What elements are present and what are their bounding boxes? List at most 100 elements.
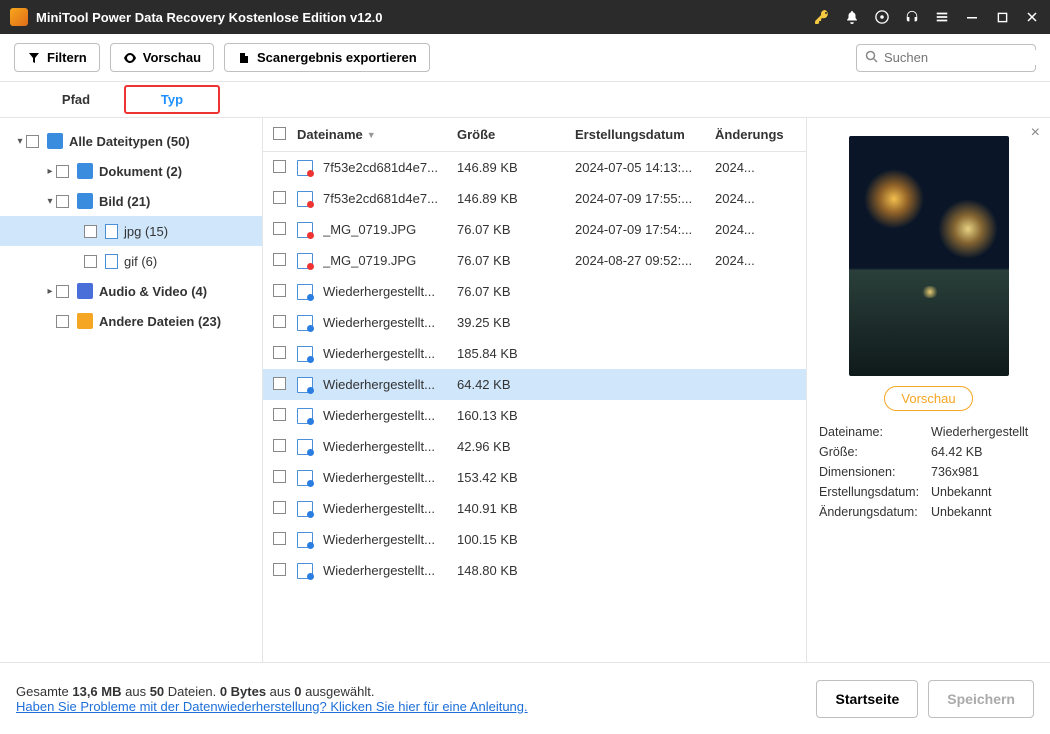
file-row[interactable]: Wiederhergestellt...42.96 KB [263,431,806,462]
file-created: 2024-07-05 14:13:... [575,160,715,175]
tree-gif[interactable]: gif (6) [0,246,262,276]
file-icon [297,439,313,455]
tree-label: gif (6) [124,254,157,269]
file-row[interactable]: Wiederhergestellt...100.15 KB [263,524,806,555]
preview-button[interactable]: Vorschau [110,43,214,72]
checkbox[interactable] [273,191,286,204]
tab-path[interactable]: Pfad [28,82,124,117]
minimize-icon[interactable] [964,9,980,25]
file-name: Wiederhergestellt... [323,408,457,423]
export-button[interactable]: Scanergebnis exportieren [224,43,430,72]
checkbox[interactable] [56,285,69,298]
close-icon[interactable] [1024,9,1040,25]
file-row[interactable]: Wiederhergestellt...148.80 KB [263,555,806,586]
file-row[interactable]: Wiederhergestellt...185.84 KB [263,338,806,369]
tree-label: Audio & Video (4) [99,284,207,299]
checkbox[interactable] [273,439,286,452]
checkbox[interactable] [273,284,286,297]
tab-type[interactable]: Typ [124,85,220,114]
checkbox[interactable] [273,346,286,359]
tree-label: Alle Dateitypen (50) [69,134,190,149]
bell-icon[interactable] [844,9,860,25]
menu-icon[interactable] [934,9,950,25]
file-icon [297,253,313,269]
titlebar: MiniTool Power Data Recovery Kostenlose … [0,0,1050,34]
preview-open-button[interactable]: Vorschau [884,386,972,411]
col-name[interactable]: Dateiname ▼ [297,127,457,142]
footer: Gesamte 13,6 MB aus 50 Dateien. 0 Bytes … [0,662,1050,734]
checkbox[interactable] [84,225,97,238]
checkbox[interactable] [273,315,286,328]
col-modified[interactable]: Änderungs [715,127,775,142]
checkbox[interactable] [273,501,286,514]
tree-other[interactable]: Andere Dateien (23) [0,306,262,336]
file-name: Wiederhergestellt... [323,315,457,330]
meta-key: Größe: [819,445,931,459]
file-row[interactable]: _MG_0719.JPG76.07 KB2024-07-09 17:54:...… [263,214,806,245]
tree-all[interactable]: ▾Alle Dateitypen (50) [0,126,262,156]
checkbox[interactable] [273,563,286,576]
file-row[interactable]: Wiederhergestellt...76.07 KB [263,276,806,307]
file-row[interactable]: Wiederhergestellt...64.42 KB [263,369,806,400]
col-created[interactable]: Erstellungsdatum [575,127,715,142]
file-size: 160.13 KB [457,408,575,423]
tree-av[interactable]: ▸ Audio & Video (4) [0,276,262,306]
file-name: Wiederhergestellt... [323,532,457,547]
close-preview-icon[interactable]: × [1031,124,1040,142]
disc-icon[interactable] [874,9,890,25]
monitor-icon [47,133,63,149]
checkbox[interactable] [273,377,286,390]
file-size: 100.15 KB [457,532,575,547]
checkbox-all[interactable] [273,127,286,140]
checkbox[interactable] [273,160,286,173]
checkbox[interactable] [84,255,97,268]
file-size: 42.96 KB [457,439,575,454]
headset-icon[interactable] [904,9,920,25]
file-created: 2024-07-09 17:54:... [575,222,715,237]
file-row[interactable]: _MG_0719.JPG76.07 KB2024-08-27 09:52:...… [263,245,806,276]
checkbox[interactable] [273,408,286,421]
meta-key: Erstellungsdatum: [819,485,931,499]
file-row[interactable]: Wiederhergestellt...140.91 KB [263,493,806,524]
checkbox[interactable] [273,532,286,545]
tree-label: Andere Dateien (23) [99,314,221,329]
home-button[interactable]: Startseite [816,680,918,718]
file-row[interactable]: 7f53e2cd681d4e7...146.89 KB2024-07-05 14… [263,152,806,183]
file-icon [297,408,313,424]
help-link[interactable]: Haben Sie Probleme mit der Datenwiederhe… [16,699,528,714]
app-title: MiniTool Power Data Recovery Kostenlose … [36,10,814,25]
search-input[interactable] [856,44,1036,72]
tree-image[interactable]: ▾Bild (21) [0,186,262,216]
checkbox[interactable] [56,165,69,178]
maximize-icon[interactable] [994,9,1010,25]
file-modified: 2024... [715,160,775,175]
file-list: Dateiname ▼ Größe Erstellungsdatum Änder… [262,118,806,662]
filter-label: Filtern [47,50,87,65]
file-row[interactable]: Wiederhergestellt...160.13 KB [263,400,806,431]
tree-jpg[interactable]: jpg (15) [0,216,262,246]
search-field[interactable] [884,50,1050,65]
key-icon[interactable] [814,9,830,25]
checkbox[interactable] [273,470,286,483]
col-size[interactable]: Größe [457,127,575,142]
file-icon [297,315,313,331]
file-row[interactable]: Wiederhergestellt...153.42 KB [263,462,806,493]
checkbox[interactable] [56,315,69,328]
file-row[interactable]: Wiederhergestellt...39.25 KB [263,307,806,338]
tree-document[interactable]: ▸Dokument (2) [0,156,262,186]
chevron-down-icon: ▾ [44,196,56,207]
eye-icon [123,51,137,65]
checkbox[interactable] [273,222,286,235]
checkbox[interactable] [26,135,39,148]
save-button[interactable]: Speichern [928,680,1034,718]
filter-button[interactable]: Filtern [14,43,100,72]
file-name: Wiederhergestellt... [323,284,457,299]
file-size: 146.89 KB [457,191,575,206]
chevron-right-icon: ▸ [44,286,56,297]
checkbox[interactable] [273,253,286,266]
meta-val: Unbekannt [931,505,991,519]
file-row[interactable]: 7f53e2cd681d4e7...146.89 KB2024-07-09 17… [263,183,806,214]
file-size: 148.80 KB [457,563,575,578]
checkbox[interactable] [56,195,69,208]
file-modified: 2024... [715,222,775,237]
